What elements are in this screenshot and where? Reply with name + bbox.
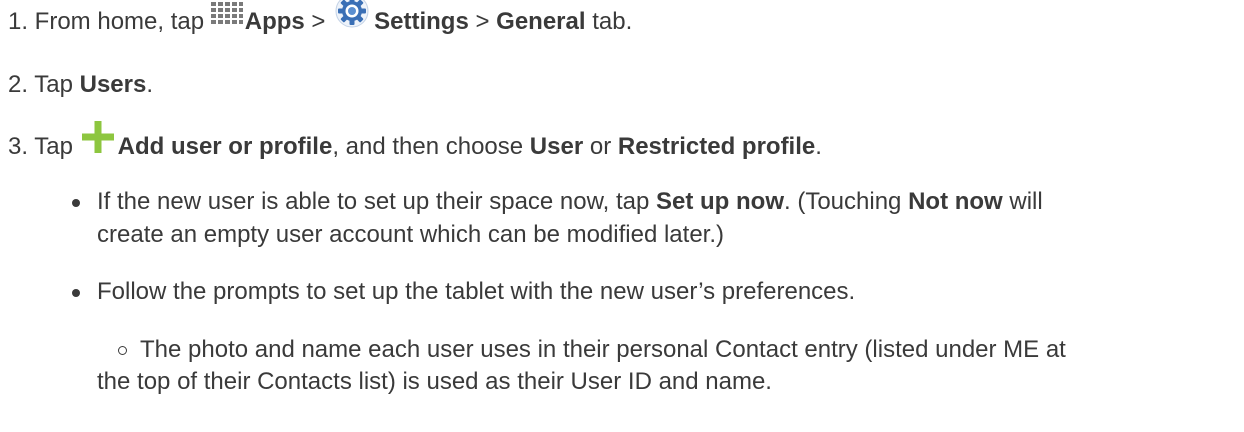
sub-bullet-item-1-cont: the top of their Contacts list) is used … xyxy=(97,368,772,395)
restricted-profile-label: Restricted profile xyxy=(617,132,816,160)
settings-label: Settings xyxy=(374,7,469,35)
bullet-item-1-cont: create an empty user account which can b… xyxy=(97,221,724,248)
apps-label: Apps xyxy=(244,7,305,35)
bullet-icon xyxy=(72,289,80,297)
user-label: User xyxy=(529,132,584,160)
sub-bullet-item-1: The photo and name each user uses in the… xyxy=(140,336,1066,363)
bullet-item-1: If the new user is able to set up their … xyxy=(97,188,1043,215)
not-now-label: Not now xyxy=(908,188,1003,215)
step-3: 3. Tap Add user or profile, and then cho… xyxy=(8,121,822,168)
step-number: 1. xyxy=(8,7,29,35)
apps-grid-icon xyxy=(210,1,243,33)
sub-bullet-icon xyxy=(118,346,127,355)
general-label: General xyxy=(496,7,586,35)
step-number: 2. xyxy=(8,71,29,98)
settings-gear-icon xyxy=(334,0,370,38)
step-number: 3. xyxy=(8,132,29,160)
set-up-now-label: Set up now xyxy=(656,188,784,215)
bullet-item-2: Follow the prompts to set up the tablet … xyxy=(97,278,856,305)
plus-icon xyxy=(81,121,114,162)
step-2: 2. Tap Users. xyxy=(8,69,153,101)
bullet-icon xyxy=(72,199,80,207)
users-label: Users xyxy=(79,71,147,98)
step-1: 1. From home, tap Apps > Settings > Gene… xyxy=(8,0,632,45)
add-user-label: Add user or profile xyxy=(117,132,333,160)
